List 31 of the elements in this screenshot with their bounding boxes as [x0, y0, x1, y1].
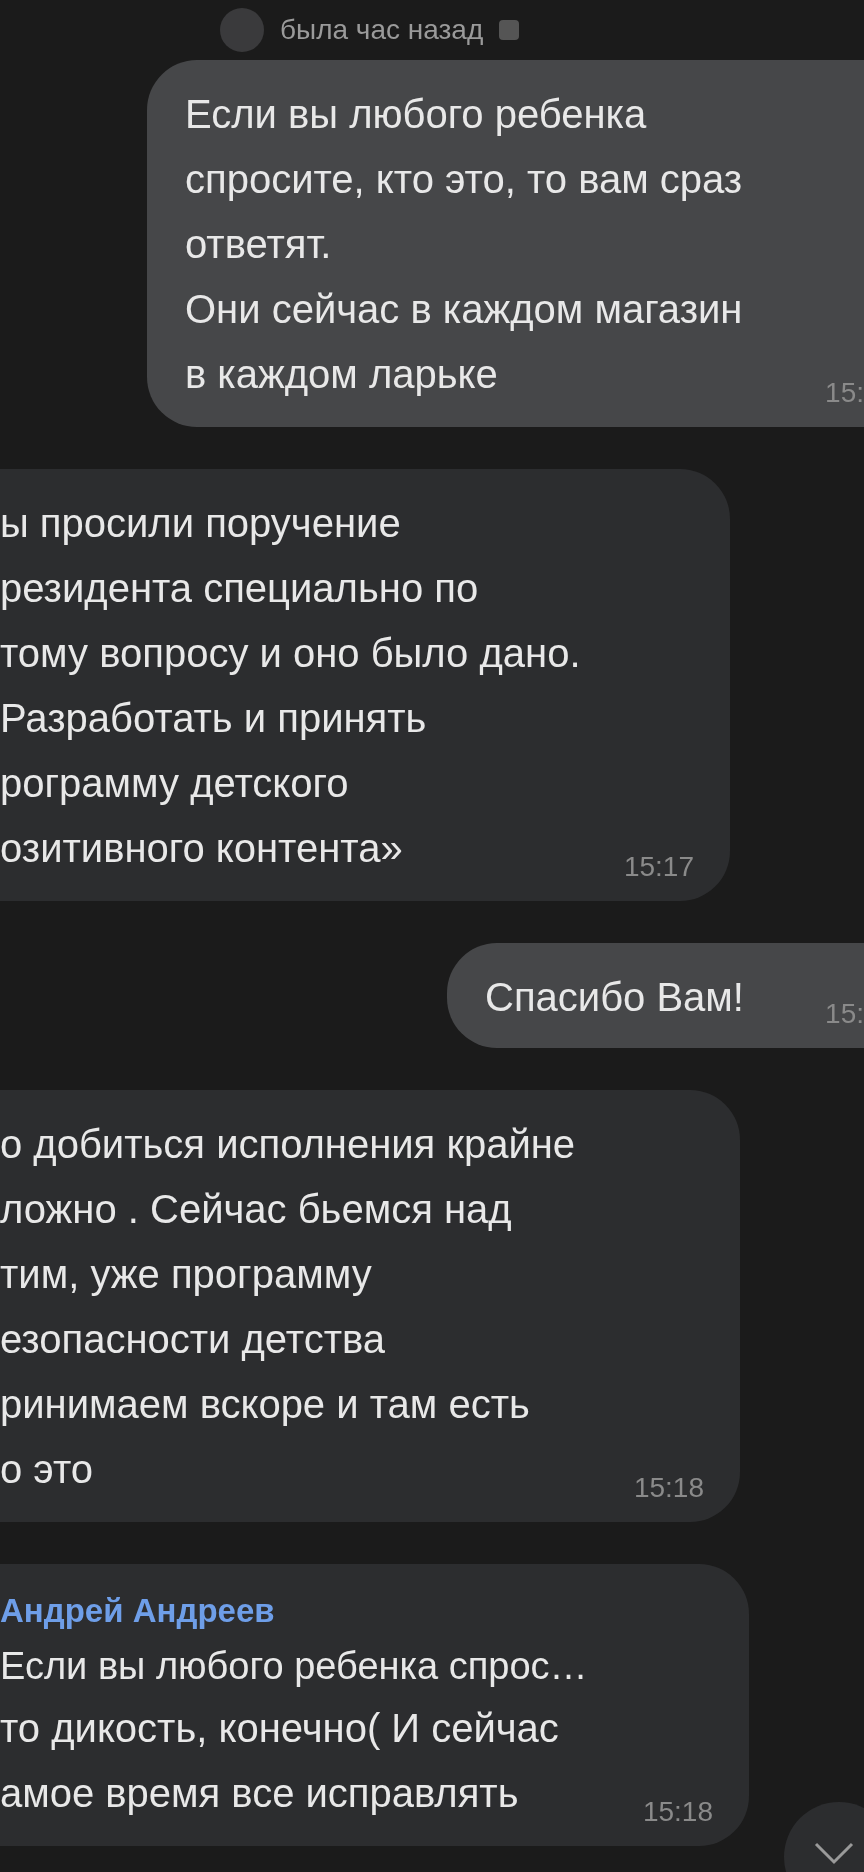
- message-time: 15:: [825, 377, 864, 409]
- message-text: ответят.: [185, 221, 332, 268]
- message-time: 15:18: [633, 1472, 704, 1504]
- avatar: [220, 8, 264, 52]
- message-text: резидента специально по: [0, 565, 479, 612]
- message-text: езопасности детства: [0, 1316, 386, 1363]
- message-text: амое время все исправлять: [0, 1770, 519, 1817]
- message-text: Спасибо Вам!: [485, 974, 744, 1021]
- message-text: Разработать и принять: [0, 695, 427, 742]
- message-text: рограмму детского: [0, 760, 349, 807]
- message-text: тим, уже программу: [0, 1251, 372, 1298]
- status-icon: [499, 20, 520, 40]
- message-text: тому вопросу и оно было дано.: [0, 630, 581, 677]
- message-text: ы просили поручение: [0, 500, 401, 547]
- message-time: 15:: [825, 998, 864, 1030]
- reply-author: Андрей Андреев: [0, 1591, 276, 1631]
- message-text: то дикость, конечно( И сейчас: [0, 1705, 559, 1752]
- message-text: озитивного контента»: [0, 825, 403, 872]
- message-text: о добиться исполнения крайне: [0, 1121, 576, 1168]
- message-text: о это: [0, 1446, 93, 1493]
- message-time: 15:17: [623, 851, 694, 883]
- chevron-down-icon: [814, 1842, 854, 1866]
- message-text: ложно . Сейчас бьемся над: [0, 1186, 512, 1233]
- message-text: спросите, кто это, то вам сраз: [185, 156, 743, 203]
- reply-quote: Если вы любого ребенка спрос…: [0, 1644, 589, 1689]
- message-text: ринимаем вскоре и там есть: [0, 1381, 530, 1428]
- message-time: 15:18: [642, 1796, 713, 1828]
- message-text: в каждом ларьке: [185, 351, 498, 398]
- message-text: Если вы любого ребенка: [185, 91, 647, 138]
- message-text: Они сейчас в каждом магазин: [185, 286, 743, 333]
- last-seen-status: была час назад: [280, 14, 484, 46]
